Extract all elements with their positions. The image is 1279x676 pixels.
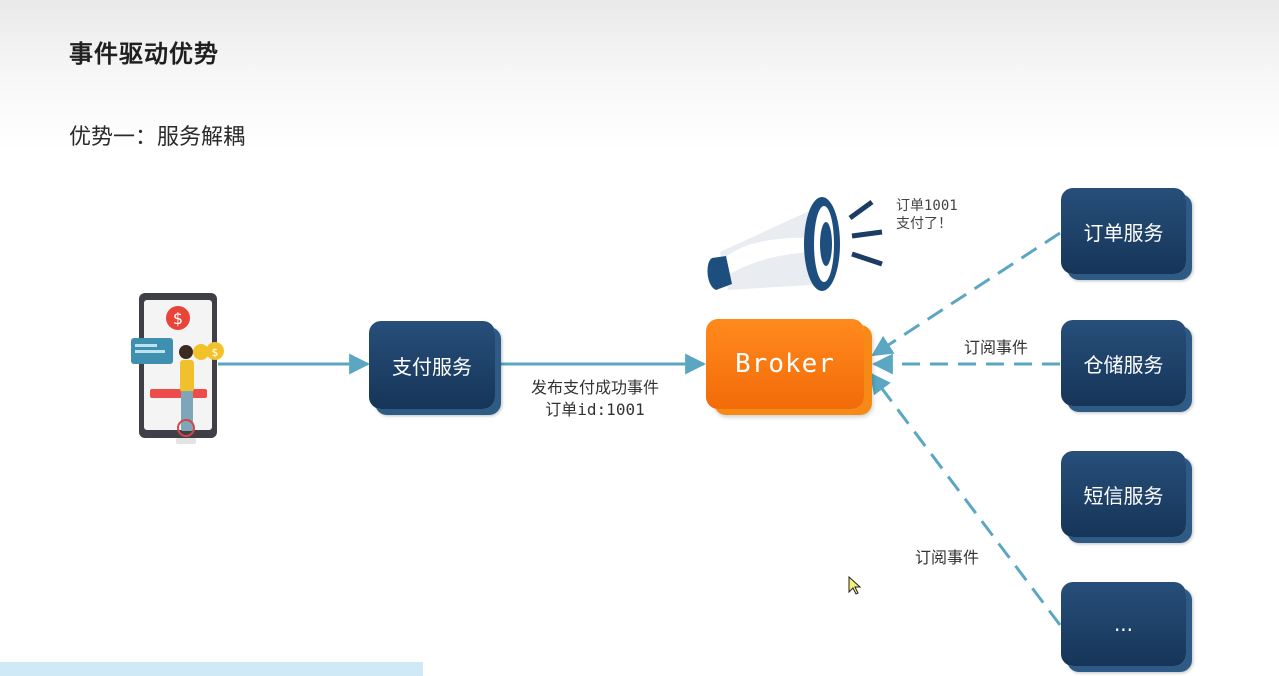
svg-text:$: $	[212, 346, 219, 359]
publish-event-label: 发布支付成功事件 订单id:1001	[520, 377, 670, 421]
bottom-decorative-strip	[0, 662, 423, 676]
subscribe-label-1: 订阅事件	[964, 338, 1029, 357]
publish-label-line2: 订单id:1001	[545, 400, 645, 419]
mouse-cursor-icon	[848, 575, 862, 595]
svg-text:$: $	[173, 309, 183, 328]
warehouse-service-box: 仓储服务	[1061, 320, 1186, 406]
payment-service-box: 支付服务	[369, 321, 495, 409]
phone-payment-illustration: $ $	[131, 293, 224, 444]
arrow-more-to-broker	[869, 372, 1062, 626]
sms-service-box: 短信服务	[1061, 451, 1186, 537]
more-services-box: ...	[1061, 582, 1186, 666]
announcement-line1: 订单1001	[896, 198, 958, 214]
announcement-line2: 支付了！	[896, 216, 952, 232]
order-service-box: 订单服务	[1061, 188, 1186, 274]
publish-label-line1: 发布支付成功事件	[530, 378, 659, 397]
subscribe-label-2: 订阅事件	[915, 548, 980, 567]
announcement-text: 订单1001 支付了！	[896, 197, 958, 233]
broker-box: Broker	[706, 319, 864, 409]
megaphone-icon	[707, 197, 883, 291]
